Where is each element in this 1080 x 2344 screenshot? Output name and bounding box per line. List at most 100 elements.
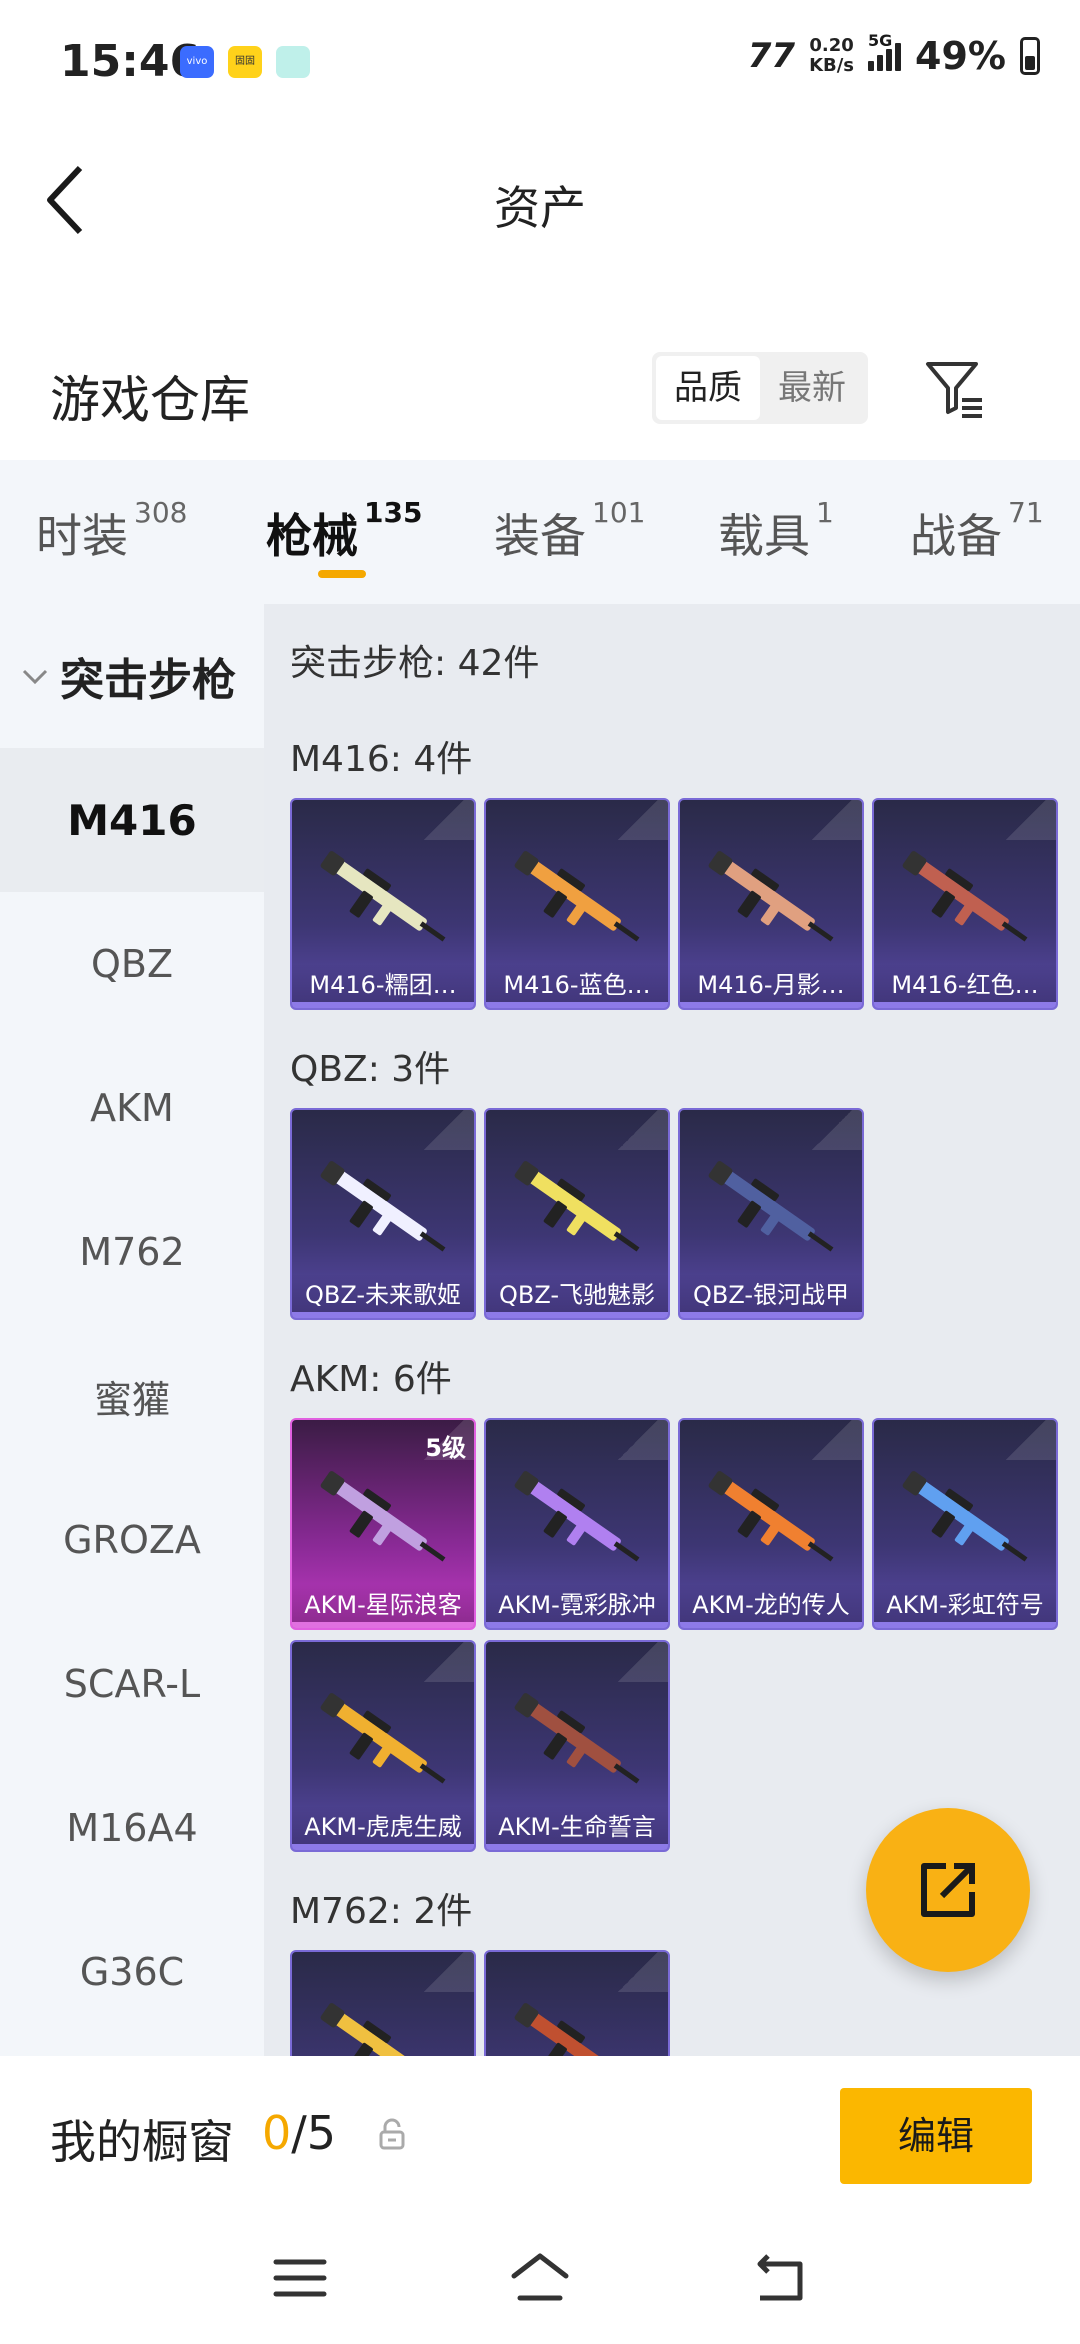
weapon-card[interactable]: QBZ-飞驰魅影 [484, 1108, 670, 1320]
rifle-part [807, 1541, 834, 1562]
rifle-icon [320, 1471, 446, 1562]
sidebar-item-akm[interactable]: AKM [0, 1036, 264, 1180]
warehouse-title: 游戏仓库 [50, 371, 250, 429]
sort-newest-button[interactable]: 最新 [760, 356, 864, 420]
weapon-card[interactable]: AKM-彩虹符号 [872, 1418, 1058, 1630]
sidebar-item-honey-badger[interactable]: 蜜獾 [0, 1324, 264, 1468]
rifle-icon [708, 851, 834, 942]
rifle-icon [902, 1471, 1028, 1562]
return-button[interactable] [750, 2250, 810, 2306]
weapon-card[interactable]: AKM-霓彩脉冲 [484, 1418, 670, 1630]
weapon-name: AKM-霓彩脉冲 [486, 1584, 668, 1628]
rifle-part [1001, 921, 1028, 942]
sidebar-item-scar-l[interactable]: SCAR-L [0, 1612, 264, 1756]
speed-value: 0.20 [809, 35, 854, 56]
weapon-name: AKM-彩虹符号 [874, 1584, 1056, 1628]
weapon-card[interactable]: 5级 AKM-星际浪客 [290, 1418, 476, 1630]
weapon-card[interactable] [484, 1950, 670, 2056]
rifle-part [419, 1763, 446, 1784]
weapon-card[interactable]: QBZ-未来歌姬 [290, 1108, 476, 1320]
rifle-part [1001, 1541, 1028, 1562]
rifle-icon [514, 2003, 621, 2056]
weapon-card[interactable]: AKM-龙的传人 [678, 1418, 864, 1630]
weapon-name: M416-红色… [874, 964, 1056, 1008]
level-badge: 5级 [425, 1434, 466, 1462]
rifle-part [613, 921, 640, 942]
sidebar-item-m762[interactable]: M762 [0, 1180, 264, 1324]
tab-equipment[interactable]: 装备 101 [494, 496, 645, 566]
rifle-icon [902, 851, 1028, 942]
weapon-card[interactable]: M416-月影… [678, 798, 864, 1010]
weapon-card[interactable]: AKM-生命誓言 [484, 1640, 670, 1852]
tab-count: 308 [134, 496, 188, 529]
active-tab-indicator [318, 570, 366, 578]
rifle-icon [514, 1471, 640, 1562]
weapon-name: QBZ-未来歌姬 [292, 1274, 474, 1318]
rifle-icon [514, 1693, 640, 1784]
network-type: 5G [868, 31, 893, 50]
weapon-card[interactable]: M416-红色… [872, 798, 1058, 1010]
tab-label: 装备 [494, 509, 586, 563]
rifle-icon [708, 1161, 834, 1252]
weapon-name: AKM-星际浪客 [292, 1584, 474, 1628]
return-icon [757, 2254, 803, 2301]
chevron-down-icon [22, 669, 48, 685]
sidebar-category-label: 突击步枪 [60, 655, 236, 706]
sidebar-item-qbz[interactable]: QBZ [0, 892, 264, 1036]
rifle-part [613, 1231, 640, 1252]
sidebar-item-g36c[interactable]: G36C [0, 1900, 264, 2044]
lock-icon [379, 2118, 405, 2150]
group-title-qbz: QBZ: 3件 [290, 1049, 451, 1090]
rifle-icon [320, 2003, 427, 2056]
tab-label: 载具 [718, 509, 810, 563]
mobile-data-icon: 77 [747, 36, 796, 76]
weapon-name: AKM-龙的传人 [680, 1584, 862, 1628]
weapon-card[interactable]: M416-蓝色… [484, 798, 670, 1010]
tab-fashion[interactable]: 时装 308 [36, 496, 187, 566]
speed-unit: KB/s [809, 55, 855, 76]
battery-percent: 49% [915, 34, 1006, 78]
showcase-label: 我的橱窗 [50, 2115, 234, 2169]
network-speed: 0.20 KB/s [809, 36, 854, 76]
weapon-card[interactable]: QBZ-银河战甲 [678, 1108, 864, 1320]
tab-label: 战备 [910, 509, 1002, 563]
weapon-name: M416-月影… [680, 964, 862, 1008]
rifle-part [419, 1231, 446, 1252]
weapon-card[interactable] [290, 1950, 476, 2056]
sidebar-item-m416[interactable]: M416 [0, 748, 264, 892]
battery-icon [1020, 37, 1040, 75]
tab-count: 135 [364, 496, 423, 529]
showcase-bar: 我的橱窗 0/5 编辑 [0, 2056, 1080, 2216]
weapon-name: M416-蓝色… [486, 964, 668, 1008]
rifle-part [613, 1541, 640, 1562]
tab-vehicles[interactable]: 载具 1 [718, 496, 834, 566]
notification-app-icon: 固固 [228, 46, 262, 78]
home-button[interactable] [510, 2250, 570, 2306]
weapon-card[interactable]: M416-糯团… [290, 798, 476, 1010]
tab-firearms[interactable]: 枪械 135 [266, 496, 422, 566]
category-total: 突击步枪: 42件 [290, 643, 540, 684]
vivo-app-icon: vivo [180, 46, 214, 78]
rifle-icon [514, 1161, 640, 1252]
menu-button[interactable] [270, 2250, 330, 2306]
weapon-name: QBZ-飞驰魅影 [486, 1274, 668, 1318]
share-button[interactable] [866, 1808, 1030, 1972]
category-tabs: 时装 308 枪械 135 装备 101 载具 1 战备 71 [0, 460, 1080, 604]
group-title-m416: M416: 4件 [290, 739, 473, 780]
tab-count: 101 [592, 496, 646, 529]
sort-quality-button[interactable]: 品质 [656, 356, 760, 420]
sidebar-category-assault-rifle[interactable]: 突击步枪 [0, 604, 264, 748]
weapon-card[interactable]: AKM-虎虎生威 [290, 1640, 476, 1852]
rifle-part [419, 1541, 446, 1562]
signal-icon: 5G [868, 31, 902, 71]
tab-supplies[interactable]: 战备 71 [910, 496, 1044, 566]
filter-button[interactable] [922, 356, 986, 420]
sidebar-item-groza[interactable]: GROZA [0, 1468, 264, 1612]
page-title: 资产 [494, 181, 586, 235]
tab-count: 71 [1008, 496, 1044, 529]
showcase-count: 0/5 [262, 2106, 336, 2160]
home-icon [511, 2253, 569, 2301]
edit-button[interactable]: 编辑 [840, 2088, 1032, 2184]
weapon-name: AKM-生命誓言 [486, 1806, 668, 1850]
sidebar-item-m16a4[interactable]: M16A4 [0, 1756, 264, 1900]
